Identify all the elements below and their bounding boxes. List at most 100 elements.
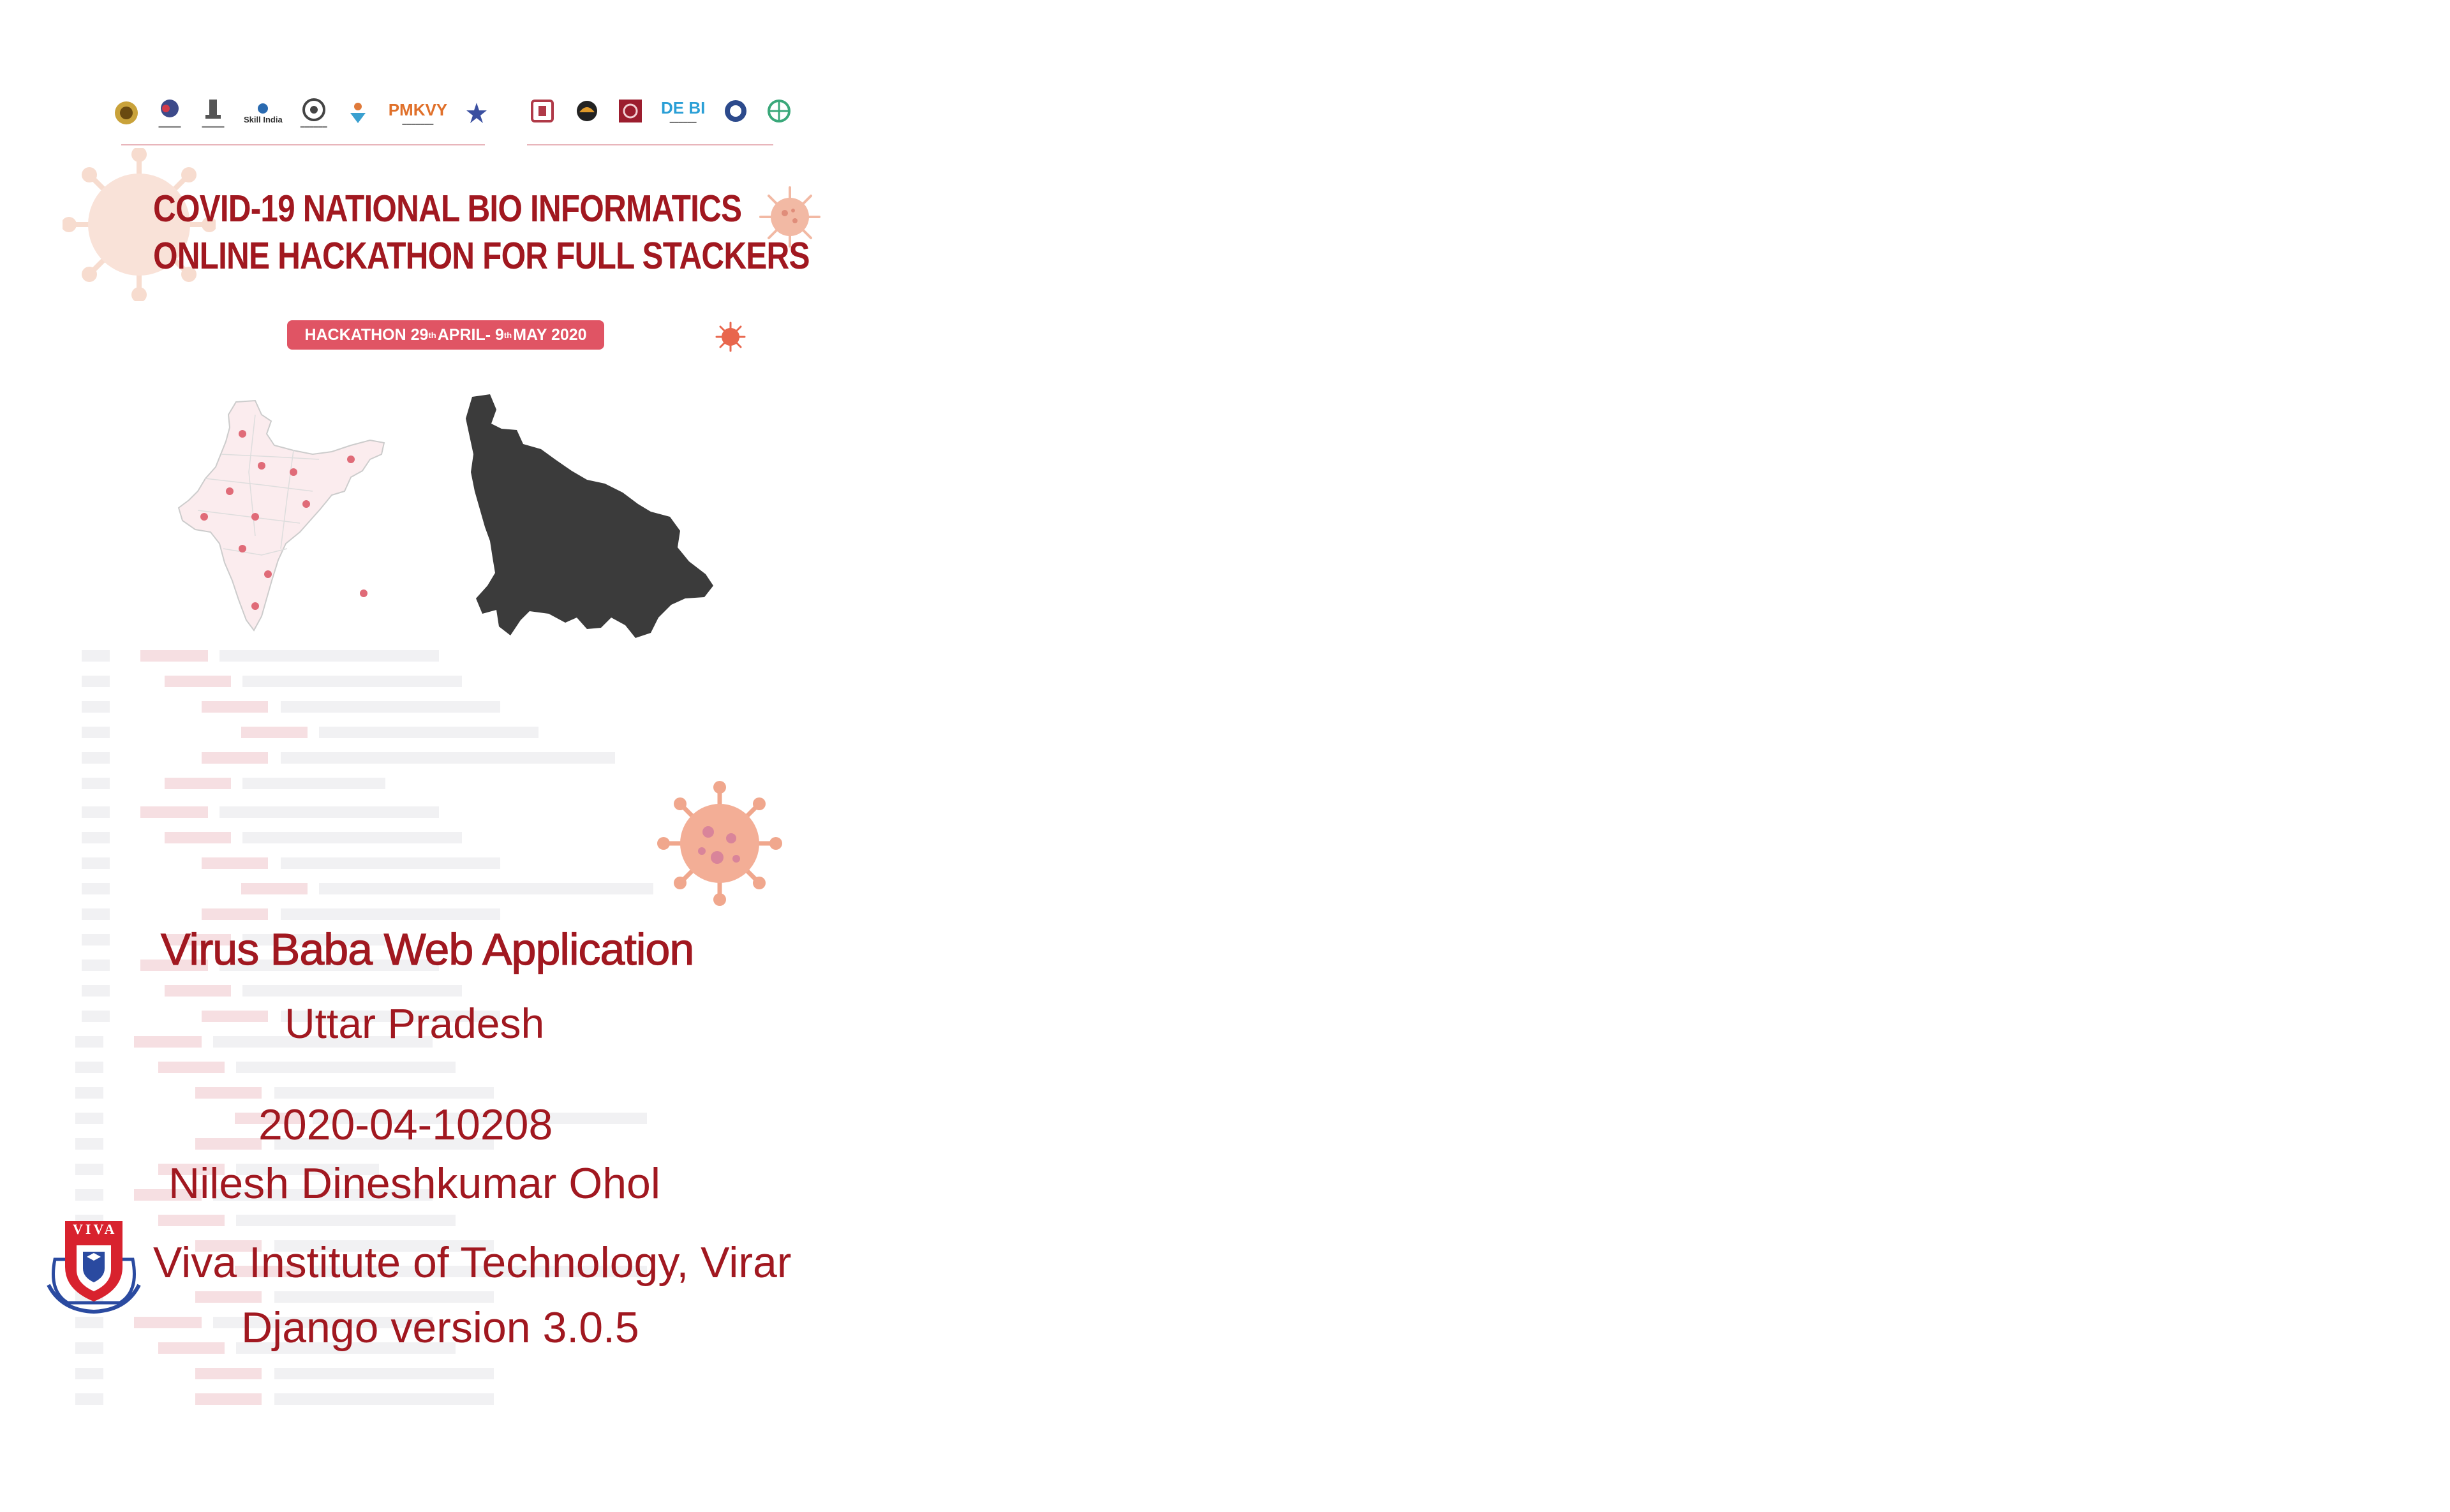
code-line-bg — [202, 701, 268, 713]
globe-logo-icon — [768, 100, 791, 122]
institute-name: Viva Institute of Technology, Virar — [153, 1238, 792, 1287]
code-line-bg — [195, 1087, 262, 1099]
code-line-bg — [165, 676, 231, 687]
code-line-bg — [82, 701, 110, 713]
code-line-bg — [241, 727, 308, 738]
headline-line-2: ONLINE HACKATHON FOR FULL STACKERS — [153, 235, 810, 277]
code-line-bg — [75, 1164, 103, 1175]
date-suffix: MAY 2020 — [513, 325, 587, 344]
code-line-bg — [274, 1393, 494, 1405]
logo-divider-right — [527, 144, 773, 145]
partner-logo: ▬▬▬▬▬▬ — [301, 97, 327, 129]
date-middle: APRIL- 9 — [437, 325, 504, 344]
code-line-bg — [281, 701, 500, 713]
star-figure-logo-icon — [466, 103, 487, 123]
code-line-bg — [241, 883, 308, 894]
uttar-pradesh-map-icon — [466, 394, 713, 638]
code-line-bg — [75, 1317, 103, 1328]
skill-india-logo-icon — [258, 103, 269, 114]
hackathon-date-badge: HACKATHON 29th APRIL- 9th MAY 2020 — [287, 320, 604, 350]
date-prefix: HACKATHON 29 — [304, 325, 429, 344]
code-line-bg — [75, 1368, 103, 1379]
code-line-bg — [140, 650, 208, 662]
app-title: Virus Baba Web Application — [160, 924, 694, 974]
code-line-bg — [202, 1011, 268, 1022]
code-line-bg — [158, 1342, 225, 1354]
partner-logo: ▬▬▬▬▬ — [157, 97, 182, 129]
institute-logo-text: VIVA — [73, 1221, 117, 1237]
code-line-bg — [219, 650, 439, 662]
code-line-bg — [82, 883, 110, 894]
code-line-bg — [165, 985, 231, 997]
code-line-bg — [281, 752, 615, 764]
code-line-bg — [281, 908, 500, 920]
partner-logo — [528, 97, 556, 125]
ministry-logo-icon — [161, 100, 179, 117]
code-line-bg — [202, 857, 268, 869]
code-line-bg — [242, 778, 385, 789]
code-line-bg — [140, 806, 208, 818]
code-line-bg — [82, 727, 110, 738]
emblem-seal-icon — [115, 101, 138, 124]
code-line-bg — [75, 1189, 103, 1201]
code-line-bg — [82, 908, 110, 920]
code-line-bg — [158, 1062, 225, 1073]
code-line-bg — [274, 1087, 494, 1099]
partner-logo — [766, 98, 792, 124]
gear-circle-logo-icon — [302, 98, 325, 121]
partner-logo — [114, 100, 139, 126]
code-line-bg — [82, 934, 110, 945]
code-line-bg — [82, 676, 110, 687]
partner-logo: DE BI ▬▬▬▬▬▬ — [661, 98, 706, 124]
institute-logo: VIVA — [42, 1215, 145, 1314]
partner-logo — [723, 98, 748, 124]
code-line-bg — [75, 1393, 103, 1405]
partner-logo — [465, 101, 488, 124]
code-line-bg — [82, 778, 110, 789]
code-line-bg — [242, 985, 462, 997]
partner-logo: PMKVY ▬▬▬▬▬▬▬ — [388, 100, 448, 126]
code-line-bg — [82, 806, 110, 818]
code-line-bg — [274, 1368, 494, 1379]
code-line-bg — [319, 883, 653, 894]
code-line-bg — [195, 1138, 262, 1150]
code-line-bg — [75, 1113, 103, 1124]
code-line-bg — [82, 985, 110, 997]
code-line-bg — [158, 1215, 225, 1226]
code-line-bg — [82, 650, 110, 662]
university-crest-icon — [531, 100, 554, 122]
code-line-bg — [242, 676, 462, 687]
code-line-bg — [274, 1291, 494, 1303]
code-line-bg — [202, 752, 268, 764]
code-line-bg — [82, 752, 110, 764]
code-line-bg — [219, 806, 439, 818]
code-line-bg — [165, 832, 231, 843]
code-line-bg — [236, 1062, 456, 1073]
code-line-bg — [281, 857, 500, 869]
virus-tiny-icon — [715, 322, 746, 352]
round-seal-icon — [725, 100, 747, 122]
partner-logo — [618, 98, 643, 124]
partner-logo: ▬▬▬▬▬ — [200, 97, 226, 129]
headline-line-1: COVID-19 NATIONAL BIO INFORMATICS — [153, 188, 742, 230]
virus-medium-icon — [657, 781, 782, 906]
code-line-bg — [319, 727, 538, 738]
partner-logo — [345, 100, 371, 126]
person-figure-logo-icon — [350, 103, 366, 123]
date-sup-1: th — [428, 330, 436, 340]
square-seal-icon — [619, 100, 642, 122]
registration-id: 2020-04-10208 — [258, 1101, 553, 1149]
partner-logo — [574, 98, 600, 124]
code-line-bg — [82, 1011, 110, 1022]
code-line-bg — [75, 1138, 103, 1150]
code-line-bg — [75, 1062, 103, 1073]
code-line-bg — [195, 1291, 262, 1303]
code-line-bg — [134, 1036, 202, 1048]
code-line-bg — [134, 1317, 202, 1328]
code-line-bg — [202, 908, 268, 920]
code-line-bg — [195, 1393, 262, 1405]
code-line-bg — [236, 1215, 456, 1226]
code-line-bg — [75, 1087, 103, 1099]
code-line-bg — [165, 778, 231, 789]
logo-divider-left — [121, 144, 485, 145]
